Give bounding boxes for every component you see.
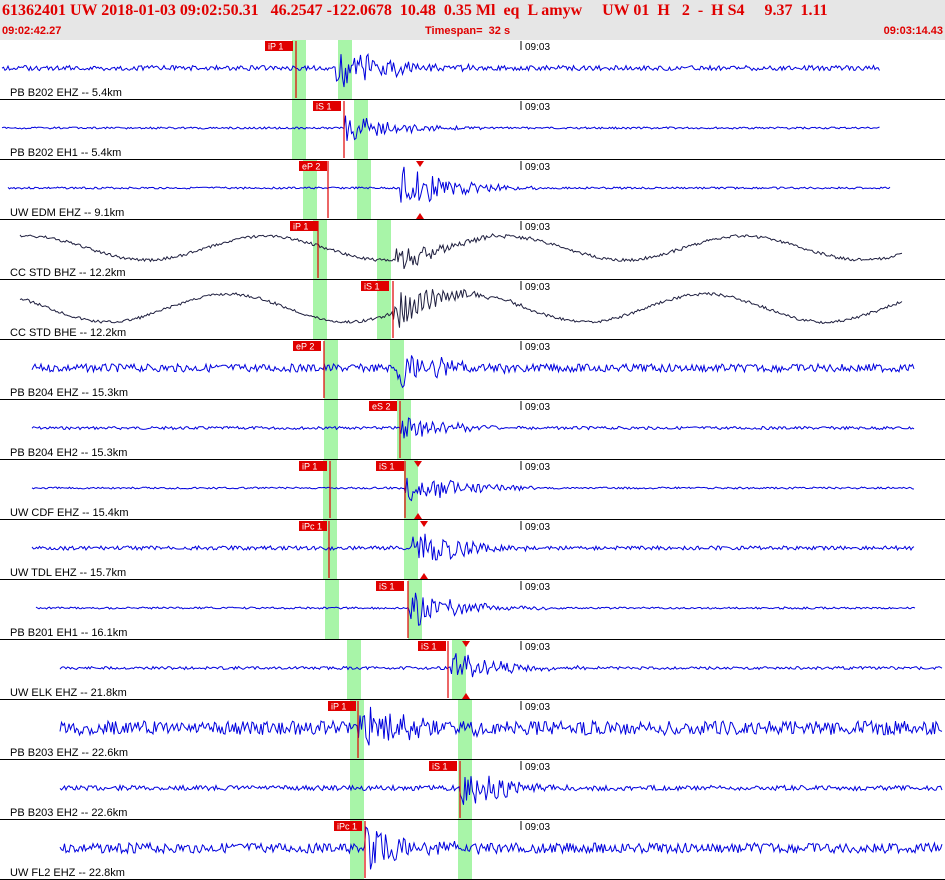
time-mark-label: 09:03	[525, 42, 550, 53]
pick-label: iP 1	[268, 42, 283, 52]
pick-window	[347, 640, 361, 700]
trace-panel[interactable]: iS 1 09:03 CC STD BHE -- 12.2km	[0, 280, 945, 340]
timespan-label: Timespan= 32 s	[425, 25, 511, 37]
trace-panel[interactable]: eS 2 09:03 PB B204 EH2 -- 15.3km	[0, 400, 945, 460]
trace-panel[interactable]: iPc 1 09:03 UW TDL EHZ -- 15.7km	[0, 520, 945, 580]
channel-label: PB B201 EH1 -- 16.1km	[10, 627, 127, 639]
trace-panel[interactable]: iS 1 09:03 PB B202 EH1 -- 5.4km	[0, 100, 945, 160]
pick-label: iPc 1	[302, 522, 322, 532]
waveform-line	[19, 288, 903, 328]
time-mark-label: 09:03	[525, 822, 550, 833]
trace-panel[interactable]: iP 1 09:03 CC STD BHZ -- 12.2km	[0, 220, 945, 280]
pick-label: iS 1	[364, 282, 380, 292]
waveform-line	[7, 166, 891, 203]
channel-label: PB B204 EH2 -- 15.3km	[10, 447, 127, 459]
time-mark-label: 09:03	[525, 342, 550, 353]
waveform-line	[19, 233, 903, 270]
trace-panel[interactable]: iS 1 09:03 PB B201 EH1 -- 16.1km	[0, 580, 945, 640]
trace-panel[interactable]: iS 1 09:03 UW ELK EHZ -- 21.8km	[0, 640, 945, 700]
trace-panel[interactable]: iPc 1 09:03 UW FL2 EHZ -- 22.8km	[0, 820, 945, 880]
waveform-line	[1, 53, 880, 88]
event-header: 61362401 UW 2018-01-03 09:02:50.31 46.25…	[0, 0, 945, 40]
waveform-line	[31, 533, 915, 561]
waveform-line	[59, 706, 943, 746]
pick-window	[377, 220, 391, 280]
channel-label: UW ELK EHZ -- 21.8km	[10, 687, 127, 699]
waveform-line	[59, 775, 943, 805]
pick-window	[408, 580, 422, 640]
event-title: 61362401 UW 2018-01-03 09:02:50.31 46.25…	[2, 2, 828, 19]
time-mark-label: 09:03	[525, 702, 550, 713]
time-mark-label: 09:03	[525, 282, 550, 293]
amp-marker-icon	[420, 521, 428, 527]
trace-panel[interactable]: eP 2 09:03 PB B204 EHZ -- 15.3km	[0, 340, 945, 400]
pick-window	[325, 580, 339, 640]
pick-label: iS 1	[379, 462, 395, 472]
trace-panel[interactable]: eP 2 09:03 UW EDM EHZ -- 9.1km	[0, 160, 945, 220]
start-time: 09:02:42.27	[2, 25, 62, 37]
waveform-line	[59, 653, 943, 678]
channel-label: PB B202 EH1 -- 5.4km	[10, 147, 121, 159]
pick-window	[354, 100, 368, 160]
time-mark-label: 09:03	[525, 222, 550, 233]
time-mark-label: 09:03	[525, 522, 550, 533]
time-mark-label: 09:03	[525, 642, 550, 653]
channel-label: UW CDF EHZ -- 15.4km	[10, 507, 129, 519]
pick-window	[292, 100, 306, 160]
waveform-line	[35, 592, 916, 626]
amp-marker-icon	[416, 213, 424, 219]
time-mark-label: 09:03	[525, 102, 550, 113]
trace-panel[interactable]: iP 1 iS 1 09:03 UW CDF EHZ -- 15.4km	[0, 460, 945, 520]
channel-label: PB B203 EH2 -- 22.6km	[10, 807, 127, 819]
end-time: 09:03:14.43	[883, 25, 943, 37]
pick-label: eS 2	[372, 402, 391, 412]
pick-window	[324, 400, 338, 460]
time-mark-label: 09:03	[525, 462, 550, 473]
trace-panel[interactable]: iP 1 09:03 PB B202 EHZ -- 5.4km	[0, 40, 945, 100]
amp-marker-icon	[416, 161, 424, 167]
pick-label: iS 1	[432, 762, 448, 772]
channel-label: CC STD BHE -- 12.2km	[10, 327, 126, 339]
channel-label: UW FL2 EHZ -- 22.8km	[10, 867, 125, 879]
trace-panel[interactable]: iP 1 09:03 PB B203 EHZ -- 22.6km	[0, 700, 945, 760]
channel-label: PB B202 EHZ -- 5.4km	[10, 87, 122, 99]
pick-label: iS 1	[316, 102, 332, 112]
waveform-line	[31, 477, 915, 502]
time-mark-label: 09:03	[525, 582, 550, 593]
pick-label: iP 1	[293, 222, 308, 232]
waveform-line	[31, 355, 915, 389]
trace-panel[interactable]: iS 1 09:03 PB B203 EH2 -- 22.6km	[0, 760, 945, 820]
waveform-line	[59, 826, 943, 870]
waveform-line	[31, 417, 915, 439]
pick-window	[397, 400, 411, 460]
seismogram-traces[interactable]: iP 1 09:03 PB B202 EHZ -- 5.4km iS 1 09:03 PB…	[0, 40, 945, 880]
amp-marker-icon	[420, 573, 428, 579]
channel-label: UW TDL EHZ -- 15.7km	[10, 567, 126, 579]
pick-window	[357, 160, 371, 220]
pick-label: iS 1	[379, 582, 395, 592]
channel-label: UW EDM EHZ -- 9.1km	[10, 207, 124, 219]
pick-label: iPc 1	[337, 822, 357, 832]
pick-window	[350, 760, 364, 820]
pick-window	[404, 520, 418, 580]
pick-label: iS 1	[421, 642, 437, 652]
pick-label: eP 2	[302, 162, 320, 172]
pick-label: iP 1	[302, 462, 317, 472]
pick-window	[313, 280, 327, 340]
pick-label: iP 1	[331, 702, 346, 712]
channel-label: CC STD BHZ -- 12.2km	[10, 267, 126, 279]
waveform-line	[1, 115, 880, 141]
time-mark-label: 09:03	[525, 402, 550, 413]
time-mark-label: 09:03	[525, 762, 550, 773]
pick-label: eP 2	[296, 342, 314, 352]
pick-window	[390, 340, 404, 400]
channel-label: PB B203 EHZ -- 22.6km	[10, 747, 128, 759]
channel-label: PB B204 EHZ -- 15.3km	[10, 387, 128, 399]
time-mark-label: 09:03	[525, 162, 550, 173]
